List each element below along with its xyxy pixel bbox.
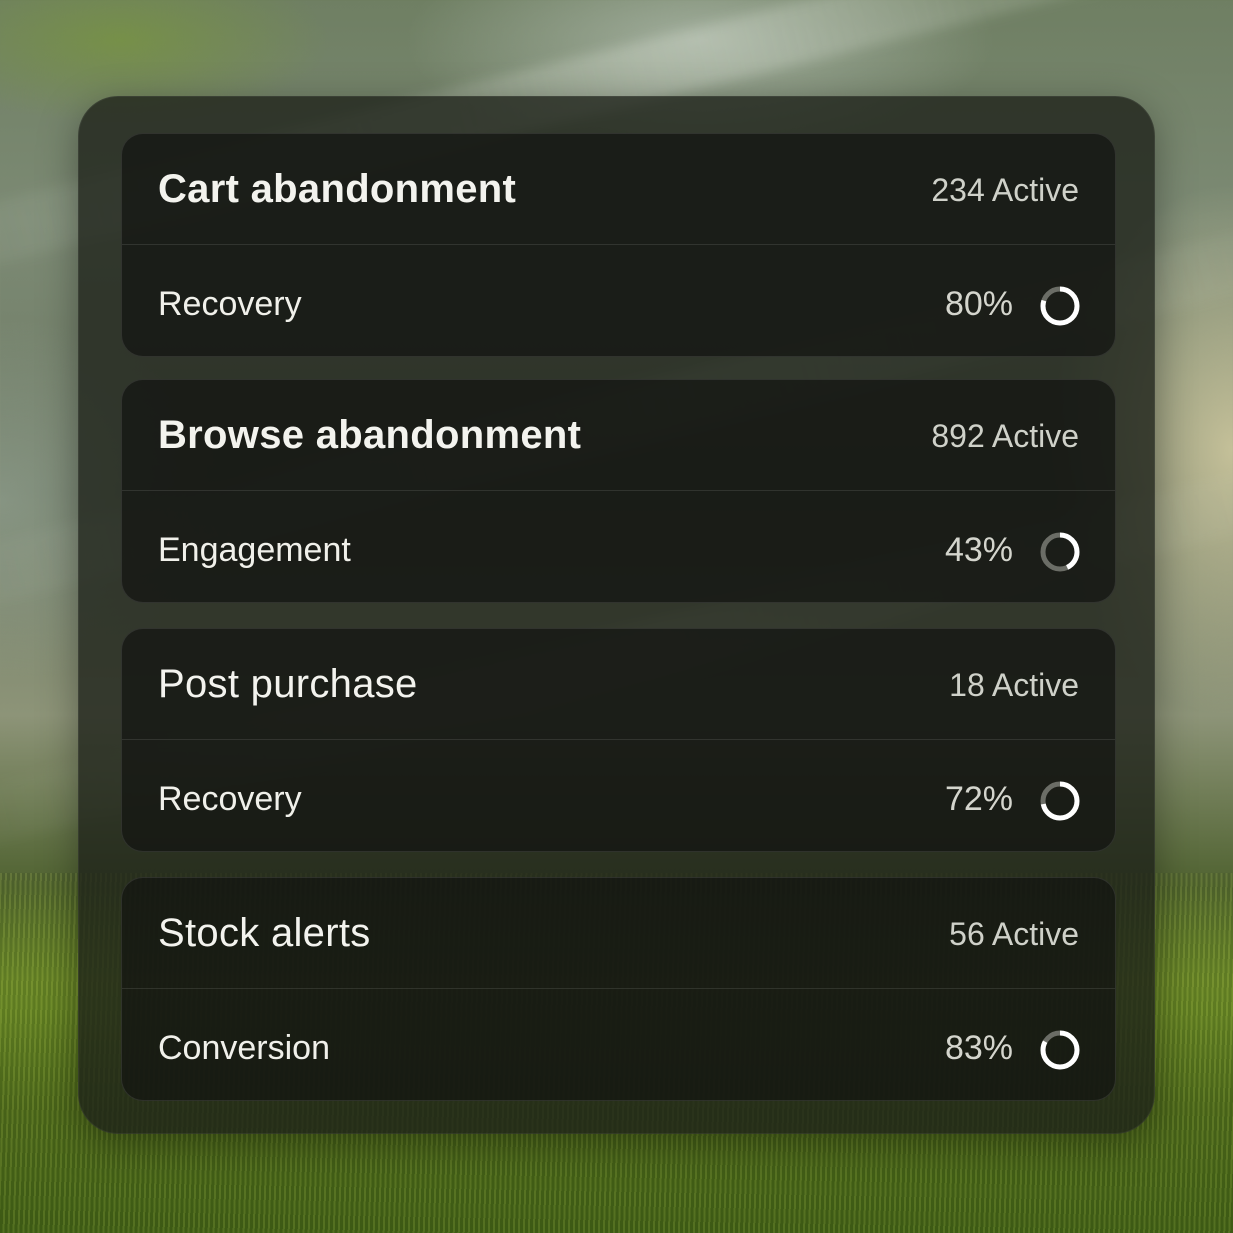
active-count: 234 Active [931, 172, 1079, 208]
automation-card-stock-alerts[interactable]: Stock alerts 56 Active Conversion 83% [121, 877, 1116, 1101]
card-header: Cart abandonment 234 Active [122, 134, 1115, 245]
card-header: Post purchase 18 Active [122, 629, 1115, 740]
metric-row: Recovery 80% [122, 245, 1115, 356]
card-title: Cart abandonment [158, 167, 517, 211]
progress-ring-icon [1040, 1030, 1080, 1070]
progress-ring-icon [1040, 781, 1080, 821]
metric-label: Conversion [158, 1029, 330, 1067]
automation-card-post-purchase[interactable]: Post purchase 18 Active Recovery 72% [121, 628, 1116, 852]
metric-row: Engagement 43% [122, 491, 1115, 602]
automation-panel: Cart abandonment 234 Active Recovery 80%… [78, 96, 1155, 1134]
metric-value: 80% [944, 285, 1013, 323]
metric-value: 72% [944, 780, 1013, 818]
metric-label: Engagement [158, 531, 351, 569]
metric-label: Recovery [158, 285, 302, 323]
active-count: 56 Active [949, 916, 1079, 952]
active-count: 892 Active [931, 418, 1079, 454]
active-count: 18 Active [949, 667, 1079, 703]
automation-card-browse-abandonment[interactable]: Browse abandonment 892 Active Engagement… [121, 379, 1116, 603]
card-title: Stock alerts [158, 911, 371, 955]
metric-row: Conversion 83% [122, 989, 1115, 1100]
metric-value: 43% [944, 531, 1013, 569]
card-header: Browse abandonment 892 Active [122, 380, 1115, 491]
card-header: Stock alerts 56 Active [122, 878, 1115, 989]
metric-value: 83% [944, 1029, 1013, 1067]
progress-ring-icon [1040, 286, 1080, 326]
automation-card-cart-abandonment[interactable]: Cart abandonment 234 Active Recovery 80% [121, 133, 1116, 357]
progress-ring-icon [1040, 532, 1080, 572]
metric-label: Recovery [158, 780, 302, 818]
card-title: Browse abandonment [158, 413, 582, 457]
metric-row: Recovery 72% [122, 740, 1115, 851]
card-title: Post purchase [158, 662, 418, 706]
